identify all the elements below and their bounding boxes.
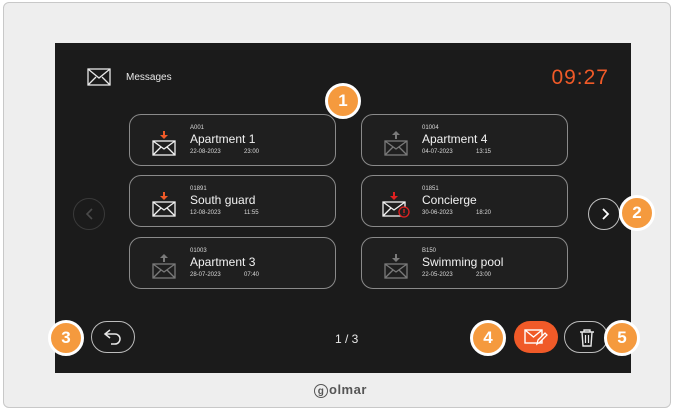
message-code: 01851	[422, 186, 439, 192]
message-time: 18:20	[476, 210, 492, 216]
callout-2: 2	[619, 195, 655, 231]
envelope-arrow-up-icon	[384, 131, 408, 156]
message-time: 11:55	[244, 210, 259, 216]
message-code: 01003	[190, 248, 207, 254]
message-card[interactable]: 01003 Apartment 3 28-07-2023 07:40	[129, 237, 336, 289]
message-date: 22-05-2023	[422, 272, 453, 278]
message-date: 04-07-2023	[422, 149, 453, 155]
message-code: A001	[190, 125, 205, 131]
envelope-arrow-down-icon	[152, 192, 176, 217]
message-date: 30-06-2023	[422, 210, 453, 216]
message-code: B150	[422, 248, 437, 254]
message-time: 23:00	[244, 149, 260, 155]
chevron-right-icon	[602, 208, 610, 220]
return-arrow-icon	[103, 329, 121, 345]
message-date: 12-08-2023	[190, 210, 221, 216]
message-time: 23:00	[476, 272, 492, 278]
message-sender: Apartment 1	[190, 132, 256, 146]
brand-logo-text: olmar	[329, 382, 367, 397]
message-date: 28-07-2023	[190, 272, 221, 278]
callout-4: 4	[470, 320, 506, 356]
chevron-left-icon	[85, 208, 93, 220]
clock: 09:27	[551, 66, 609, 89]
message-card[interactable]: A001 Apartment 1 22-08-2023 23:00	[129, 114, 336, 166]
page-indicator: 1 / 3	[335, 332, 359, 346]
message-sender: Apartment 4	[422, 132, 488, 146]
envelope-arrow-down-icon	[152, 131, 176, 156]
callout-5: 5	[604, 320, 640, 356]
message-sender: South guard	[190, 193, 256, 207]
message-time: 07:40	[244, 272, 260, 278]
message-sender: Apartment 3	[190, 255, 256, 269]
previous-page-button[interactable]	[73, 198, 105, 230]
trash-icon	[580, 329, 594, 347]
message-sender: Swimming pool	[422, 255, 504, 269]
envelope-arrow-down-icon	[384, 254, 408, 279]
message-card[interactable]: 01004 Apartment 4 04-07-2023 13:15	[361, 114, 568, 166]
back-button[interactable]	[91, 321, 135, 353]
new-message-button[interactable]	[514, 321, 558, 353]
page-title: Messages	[126, 72, 172, 83]
message-code: 01891	[190, 186, 207, 192]
envelope-edit-icon	[524, 329, 548, 346]
brand-logo: g olmar	[314, 382, 367, 398]
delete-button[interactable]	[564, 321, 608, 353]
message-time: 13:15	[476, 149, 492, 155]
envelope-alert-icon	[382, 192, 410, 218]
intercom-device: Messages 09:27 A001 Apartment 1 22-08-20…	[3, 2, 671, 408]
message-card[interactable]: B150 Swimming pool 22-05-2023 23:00	[361, 237, 568, 289]
message-card[interactable]: 01891 South guard 12-08-2023 11:55	[129, 175, 336, 227]
next-page-button[interactable]	[588, 198, 620, 230]
callout-1: 1	[325, 83, 361, 119]
message-date: 22-08-2023	[190, 149, 221, 155]
message-sender: Concierge	[422, 193, 477, 207]
brand-logo-initial: g	[314, 383, 328, 398]
envelope-arrow-up-icon	[152, 254, 176, 279]
message-code: 01004	[422, 125, 439, 131]
envelope-icon	[87, 68, 111, 86]
callout-3: 3	[48, 320, 84, 356]
message-card[interactable]: 01851 Concierge 30-06-2023 18:20	[361, 175, 568, 227]
